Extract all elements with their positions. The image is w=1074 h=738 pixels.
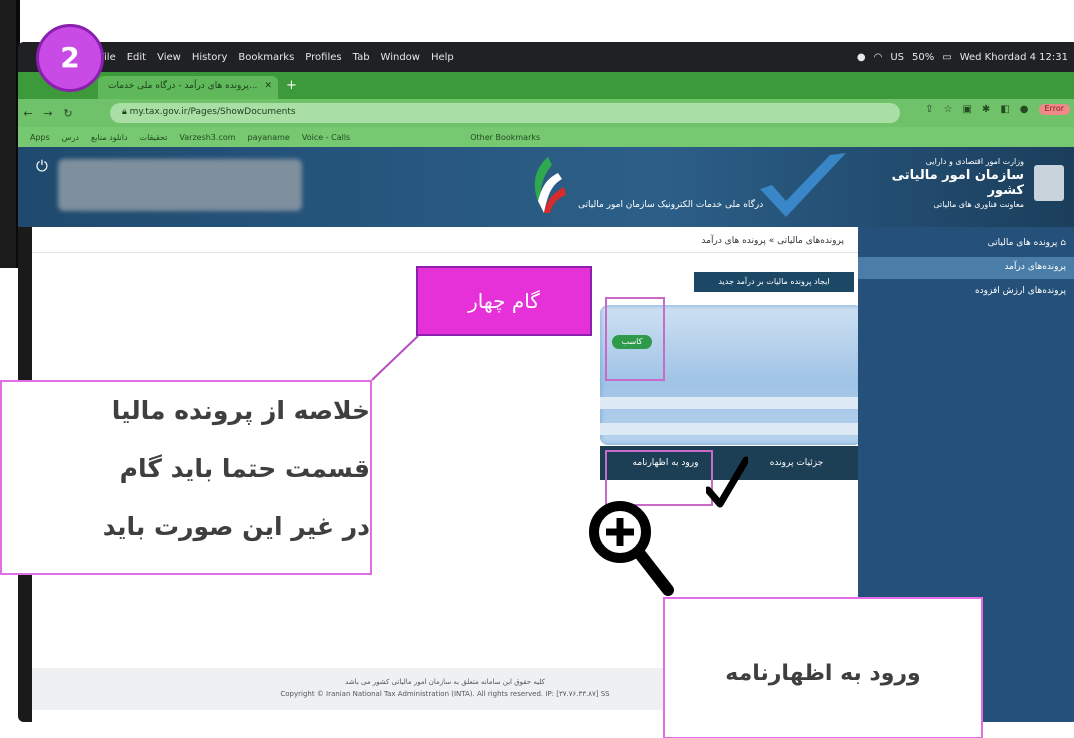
checkmark-icon: [706, 456, 748, 508]
instruction-line: در غیر این صورت باید: [102, 512, 370, 541]
step-four-callout: گام چهار: [416, 266, 592, 336]
enter-declaration-callout: ورود به اظهارنامه: [663, 597, 983, 738]
instruction-line: قسمت حتما باید گام: [119, 454, 370, 483]
tutorial-screenshot: File Edit View History Bookmarks Profile…: [0, 0, 1074, 738]
instruction-text-box: خلاصه از پرونده مالیا قسمت حتما باید گام…: [0, 380, 372, 575]
instruction-line: خلاصه از پرونده مالیا: [111, 396, 370, 425]
zoom-in-icon: [589, 501, 674, 596]
